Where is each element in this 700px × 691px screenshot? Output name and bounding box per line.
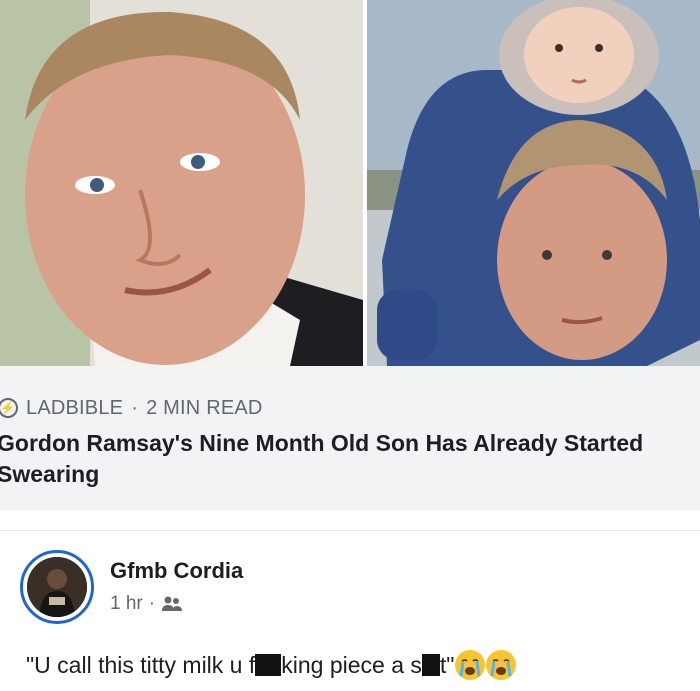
comment-author[interactable]: Gfmb Cordia xyxy=(110,558,243,584)
separator-dot: · xyxy=(131,396,139,419)
friends-audience-icon[interactable] xyxy=(161,595,183,613)
photo-man-with-baby xyxy=(367,0,700,366)
section-divider xyxy=(0,510,700,531)
comment-time[interactable]: 1 hr xyxy=(110,593,143,615)
photo-portrait-man xyxy=(0,0,363,366)
meta-separator: · xyxy=(148,593,156,614)
censor-bar xyxy=(255,654,282,676)
article-source-line: ⚡ LADBIBLE · 2 MIN READ xyxy=(0,395,263,421)
comment-text-part-3: t" xyxy=(439,651,455,678)
article-headline[interactable]: Gordon Ramsay's Nine Month Old Son Has A… xyxy=(0,428,687,490)
article-thumbnail[interactable] xyxy=(0,0,700,366)
avatar-image xyxy=(27,557,87,617)
comment-text-part-2: king piece a s xyxy=(281,651,422,678)
comment-text-part-1: "U call this titty milk u f xyxy=(26,651,256,678)
comment-text: "U call this titty milk u f king piece a… xyxy=(26,650,517,680)
lightning-bolt-icon: ⚡ xyxy=(0,398,18,418)
censor-bar xyxy=(421,654,440,676)
read-time: 2 MIN READ xyxy=(146,396,263,419)
comment-meta: 1 hr · xyxy=(110,593,183,615)
loudly-crying-face-icon xyxy=(486,650,517,680)
article-source: LADBIBLE xyxy=(26,396,124,419)
avatar[interactable] xyxy=(20,550,94,624)
loudly-crying-face-icon xyxy=(455,650,486,680)
